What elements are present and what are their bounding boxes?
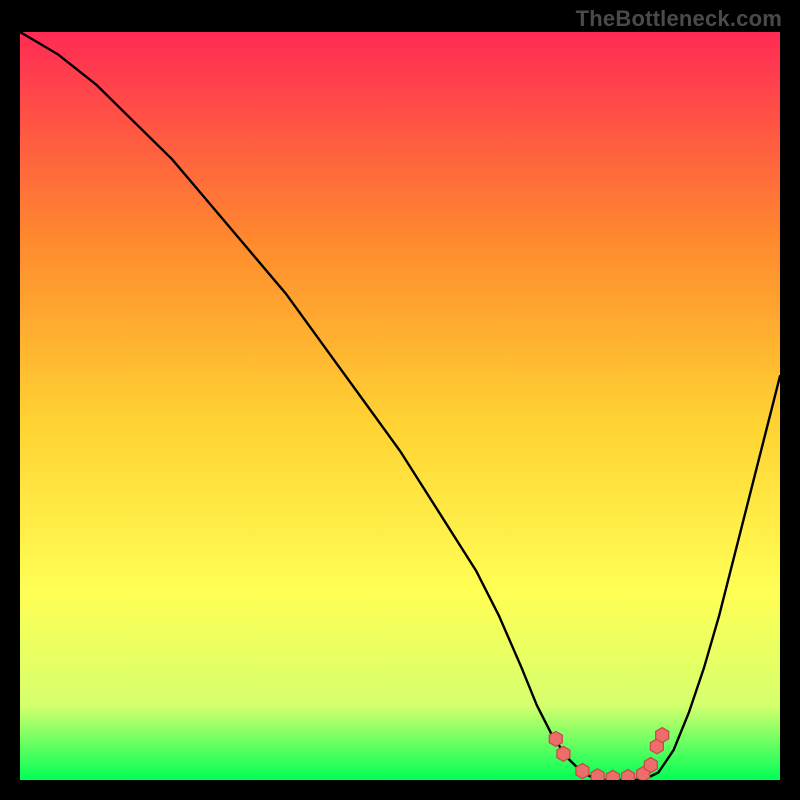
curve-marker	[549, 731, 562, 746]
curve-marker	[644, 758, 657, 773]
curve-marker	[576, 764, 589, 779]
curve-marker	[656, 728, 669, 743]
plot-area	[20, 32, 780, 780]
chart-container: TheBottleneck.com	[0, 0, 800, 800]
chart-svg	[20, 32, 780, 780]
curve-marker	[557, 746, 570, 761]
watermark-text: TheBottleneck.com	[576, 6, 782, 32]
